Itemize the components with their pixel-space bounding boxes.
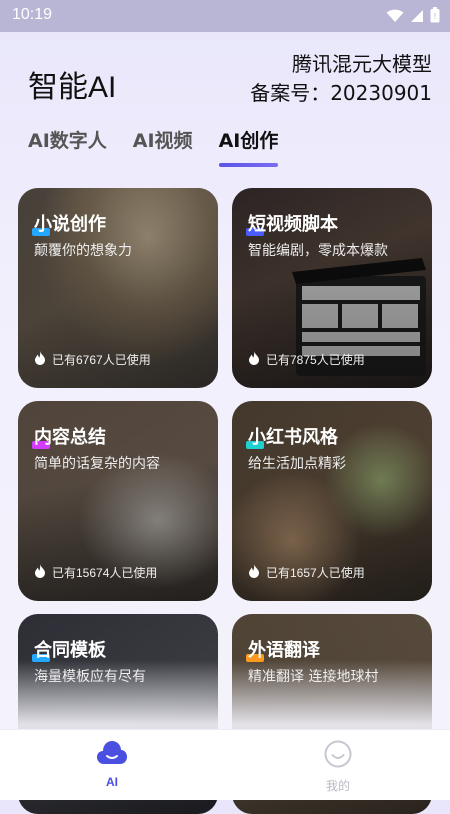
fire-icon: [248, 564, 260, 581]
card-title: 内容总结: [34, 427, 106, 448]
tab-ai-digital-human[interactable]: AI数字人: [28, 126, 107, 153]
smiley-face-icon: [324, 740, 352, 771]
model-info: 腾讯混元大模型 备案号：20230901: [250, 50, 432, 108]
ai-cloud-icon: [96, 741, 128, 769]
nav-label: AI: [106, 775, 118, 789]
wifi-icon: [386, 8, 404, 27]
category-tabs: AI数字人 AI视频 AI创作: [28, 126, 279, 167]
app-title: 智能AI: [28, 71, 117, 104]
nav-label: 我的: [325, 779, 350, 793]
signal-icon: [410, 8, 424, 27]
filing-number: 备案号：20230901: [250, 81, 432, 105]
card-title: 外语翻译: [248, 640, 320, 661]
card-content-summary[interactable]: 内容总结 简单的话复杂的内容 已有15674人已使用: [18, 401, 218, 601]
card-subtitle: 简单的话复杂的内容: [34, 456, 160, 472]
card-subtitle: 精准翻译 连接地球村: [248, 669, 379, 685]
card-subtitle: 颠覆你的想象力: [34, 243, 132, 259]
card-short-video-script[interactable]: 短视频脚本 智能编剧，零成本爆款 已有7875人已使用: [232, 188, 432, 388]
usage-count: 已有6767人已使用: [52, 353, 151, 367]
card-xiaohongshu-style[interactable]: 小红书风格 给生活加点精彩 已有1657人已使用: [232, 401, 432, 601]
active-tab-indicator: [218, 163, 279, 167]
usage-count: 已有15674人已使用: [52, 566, 158, 580]
card-subtitle: 给生活加点精彩: [248, 456, 346, 472]
nav-me[interactable]: 我的: [308, 740, 368, 794]
card-title: 合同模板: [34, 640, 106, 661]
fire-icon: [248, 351, 260, 368]
card-subtitle: 海量模板应有尽有: [34, 669, 146, 685]
bottom-nav: AI 我的: [0, 729, 450, 800]
card-title: 小红书风格: [248, 427, 338, 448]
battery-icon: !: [430, 7, 440, 27]
card-title: 短视频脚本: [248, 214, 338, 235]
status-time: 10:19: [12, 6, 53, 23]
model-name: 腾讯混元大模型: [292, 52, 432, 76]
status-icons: !: [386, 7, 440, 27]
status-bar: 10:19 !: [0, 0, 450, 32]
card-novel-writing[interactable]: 小说创作 颠覆你的想象力 已有6767人已使用: [18, 188, 218, 388]
svg-text:!: !: [433, 12, 436, 21]
tab-ai-creation[interactable]: AI创作: [218, 126, 279, 167]
usage-count: 已有1657人已使用: [266, 566, 365, 580]
card-title: 小说创作: [34, 214, 106, 235]
usage-count: 已有7875人已使用: [266, 353, 365, 367]
card-subtitle: 智能编剧，零成本爆款: [248, 243, 388, 259]
fire-icon: [34, 564, 46, 581]
nav-ai[interactable]: AI: [82, 740, 142, 789]
tab-ai-video[interactable]: AI视频: [133, 126, 193, 153]
fire-icon: [34, 351, 46, 368]
